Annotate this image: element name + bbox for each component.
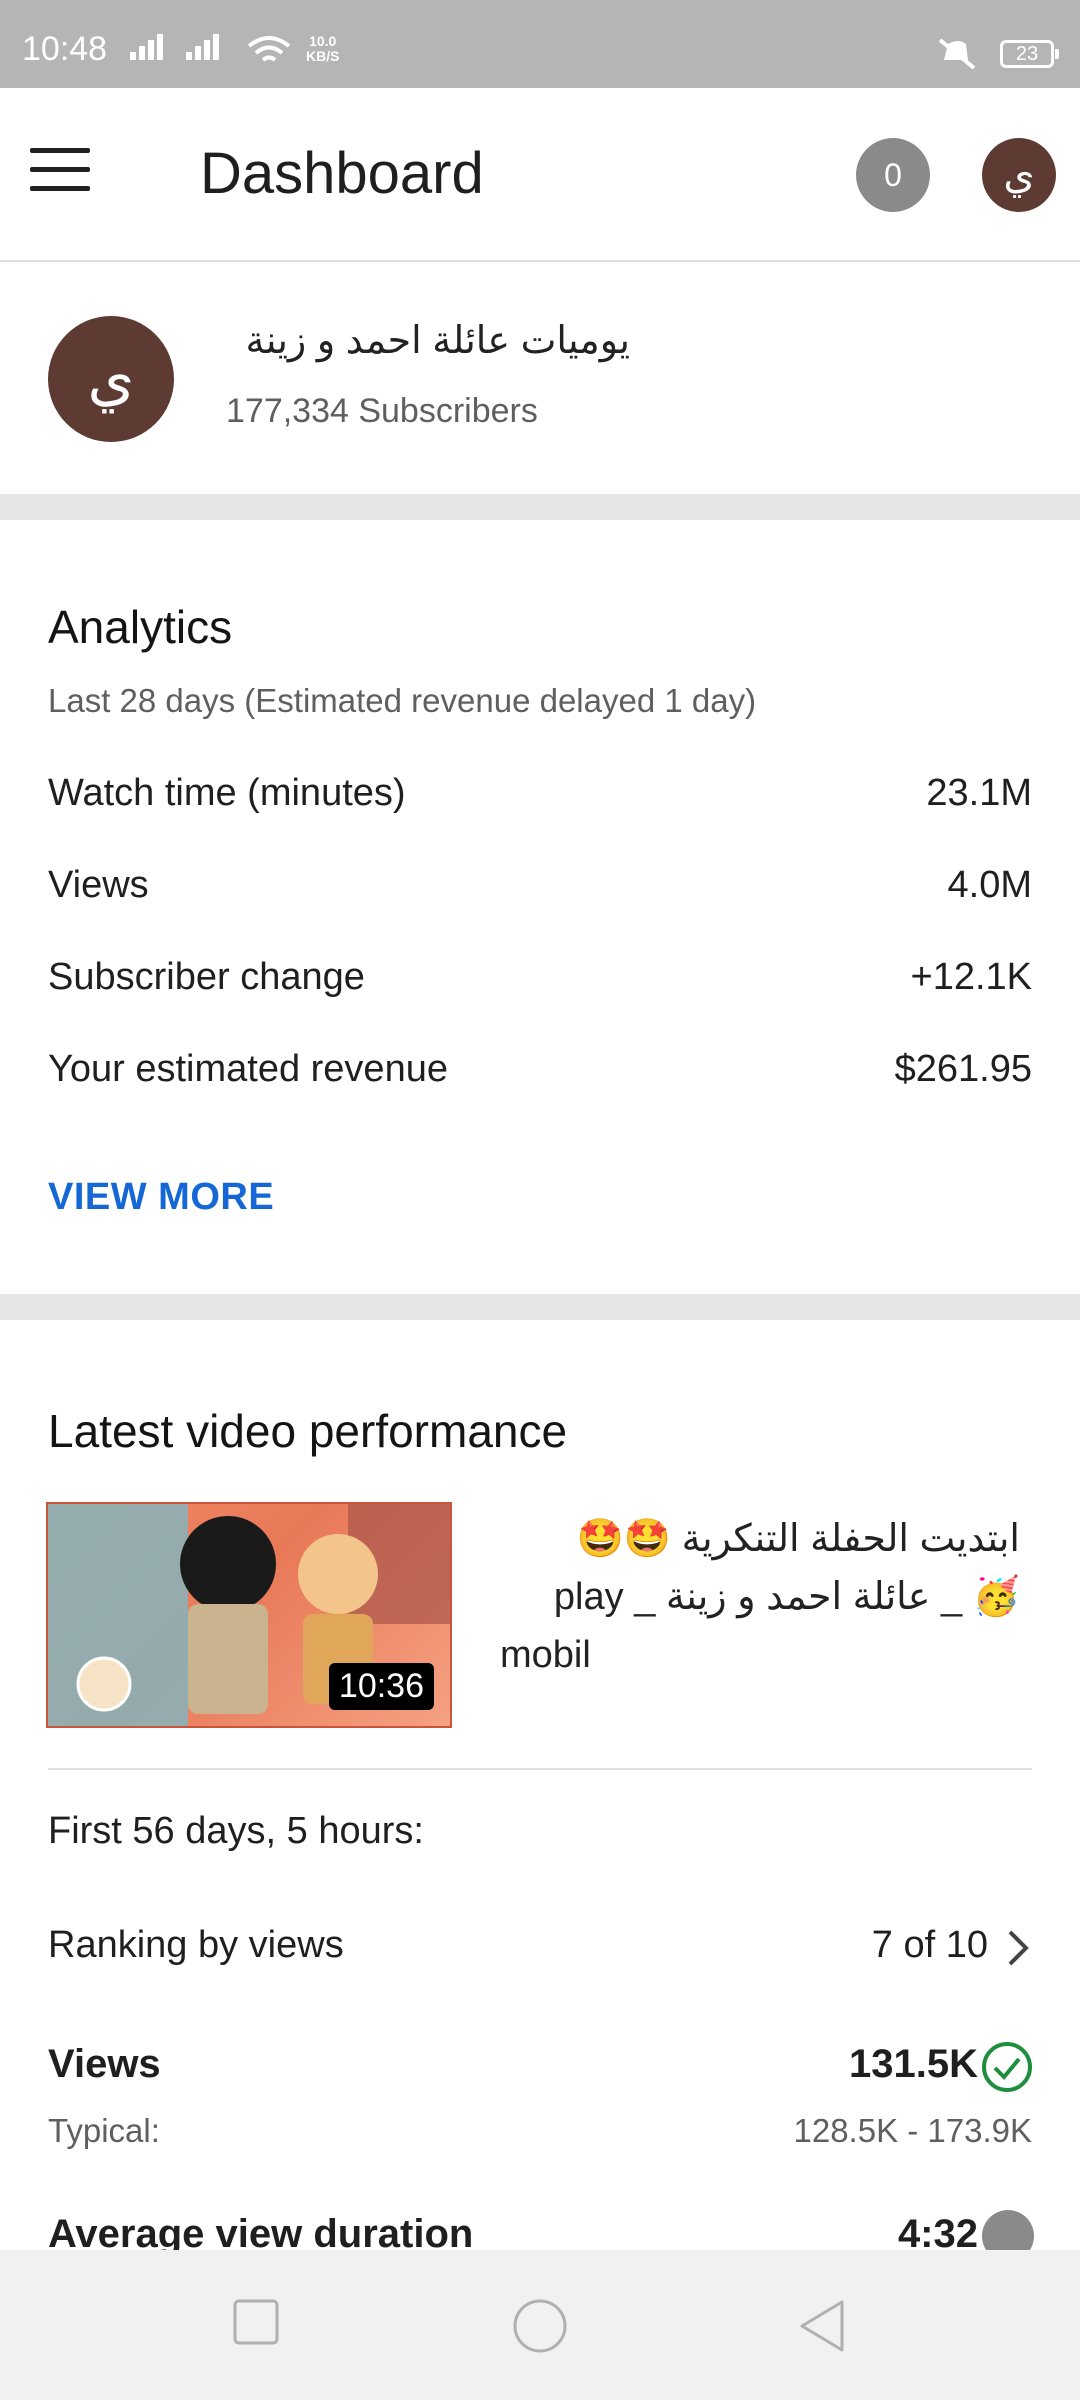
period-label: First 56 days, 5 hours: — [48, 1810, 424, 1852]
notification-badge[interactable]: 0 — [856, 138, 930, 212]
info-icon — [982, 2210, 1034, 2250]
home-icon[interactable] — [512, 2298, 568, 2354]
net-speed-value: 10.0 — [309, 33, 337, 49]
ranking-label: Ranking by views — [48, 1924, 344, 1966]
video-title-line: mobil — [500, 1634, 591, 1676]
channel-header[interactable]: ي يوميات عائلة احمد و زينة 177,334 Subsc… — [0, 262, 1080, 494]
metric-label: Your estimated revenue — [48, 1048, 448, 1090]
views-label: Views — [48, 2042, 161, 2086]
signal-icon — [130, 34, 163, 60]
channel-name: يوميات عائلة احمد و زينة — [245, 320, 630, 362]
battery-indicator: 23 — [1000, 40, 1059, 68]
video-title-line: ابتديت الحفلة التنكرية 🤩🤩 — [576, 1518, 1020, 1560]
video-duration: 10:36 — [328, 1663, 434, 1710]
page-title: Dashboard — [200, 141, 484, 206]
channel-avatar: ي — [48, 316, 174, 442]
app-bar: Dashboard 0 ي — [0, 88, 1080, 262]
section-divider — [0, 494, 1080, 520]
status-bar: 10:48 10.0 KB/S 23 — [0, 0, 1080, 88]
net-speed-unit: KB/S — [306, 48, 340, 64]
account-avatar[interactable]: ي — [982, 138, 1056, 212]
views-value: 131.5K — [849, 2042, 978, 2086]
status-time: 10:48 — [22, 30, 108, 68]
metric-row-subscriber-change: Subscriber change +12.1K — [48, 956, 1032, 1016]
subscriber-count: 177,334 Subscribers — [226, 392, 538, 430]
metric-row-revenue: Your estimated revenue $261.95 — [48, 1048, 1032, 1108]
system-nav-bar — [0, 2250, 1080, 2400]
metric-row-views: Views 4.0M — [48, 864, 1032, 924]
metric-label: Subscriber change — [48, 956, 365, 998]
typical-range: 128.5K - 173.9K — [793, 2112, 1032, 2149]
analytics-card: Analytics Last 28 days (Estimated revenu… — [0, 520, 1080, 1294]
avg-view-duration-label: Average view duration — [48, 2212, 474, 2250]
latest-video-title: Latest video performance — [48, 1405, 568, 1457]
network-speed: 10.0 KB/S — [306, 34, 339, 64]
latest-video-card: Latest video performance 10:36 ابتديت ال… — [0, 1320, 1080, 2250]
chevron-right-icon — [1008, 1930, 1029, 1966]
divider — [48, 1768, 1032, 1770]
metric-value: 23.1M — [926, 772, 1032, 814]
view-more-button[interactable]: VIEW MORE — [48, 1176, 274, 1219]
menu-icon[interactable] — [30, 148, 90, 200]
wifi-icon — [247, 36, 291, 62]
analytics-title: Analytics — [48, 601, 233, 653]
back-icon[interactable] — [796, 2298, 848, 2354]
metric-row-watch-time: Watch time (minutes) 23.1M — [48, 772, 1032, 832]
ranking-value: 7 of 10 — [871, 1924, 988, 1966]
metric-label: Views — [48, 864, 149, 906]
signal-icon-2 — [186, 34, 219, 60]
video-thumbnail[interactable]: 10:36 — [46, 1502, 452, 1728]
section-divider — [0, 1294, 1080, 1320]
typical-label: Typical: — [48, 2112, 160, 2149]
analytics-subtitle: Last 28 days (Estimated revenue delayed … — [48, 682, 757, 719]
metric-value: $261.95 — [894, 1048, 1032, 1090]
metric-value: +12.1K — [910, 956, 1033, 998]
metric-label: Watch time (minutes) — [48, 772, 406, 814]
mute-icon — [938, 38, 976, 70]
recents-icon[interactable] — [232, 2298, 280, 2346]
video-title[interactable]: ابتديت الحفلة التنكرية 🤩🤩 🥳 _ عائلة احمد… — [500, 1510, 1020, 1684]
avg-view-duration-value: 4:32 — [897, 2212, 978, 2250]
video-title-line: 🥳 _ عائلة احمد و زينة _ play — [553, 1576, 1020, 1618]
ranking-row[interactable]: Ranking by views 7 of 10 — [48, 1924, 1032, 1984]
check-circle-icon — [982, 2042, 1032, 2092]
metric-value: 4.0M — [947, 864, 1032, 906]
